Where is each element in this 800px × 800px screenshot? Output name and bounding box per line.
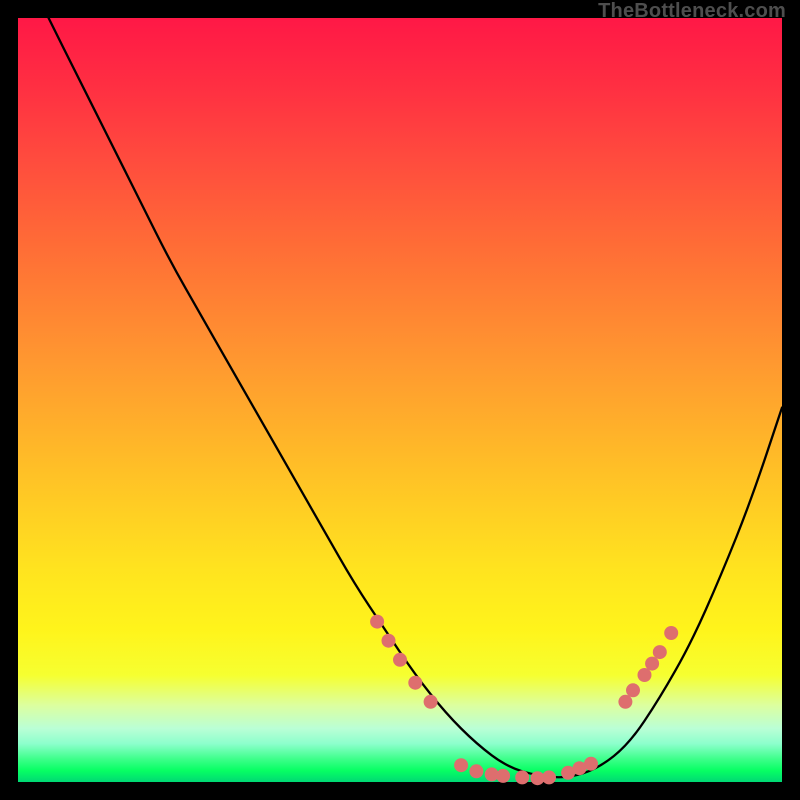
curve-layer — [18, 18, 782, 782]
chart-stage: TheBottleneck.com — [0, 0, 800, 800]
highlight-dot — [515, 770, 529, 784]
highlight-dot — [638, 668, 652, 682]
highlight-dot — [424, 695, 438, 709]
highlight-dots-group — [370, 615, 678, 786]
highlight-dot — [496, 769, 510, 783]
highlight-dot — [370, 615, 384, 629]
highlight-dot — [645, 657, 659, 671]
highlight-dot — [664, 626, 678, 640]
highlight-dot — [393, 653, 407, 667]
plot-area — [18, 18, 782, 782]
highlight-dot — [542, 770, 556, 784]
highlight-dot — [454, 758, 468, 772]
highlight-dot — [653, 645, 667, 659]
highlight-dot — [469, 764, 483, 778]
highlight-dot — [382, 634, 396, 648]
highlight-dot — [618, 695, 632, 709]
watermark-text: TheBottleneck.com — [598, 0, 786, 23]
highlight-dot — [408, 676, 422, 690]
highlight-dot — [626, 683, 640, 697]
highlight-dot — [584, 757, 598, 771]
bottleneck-curve — [49, 18, 782, 777]
